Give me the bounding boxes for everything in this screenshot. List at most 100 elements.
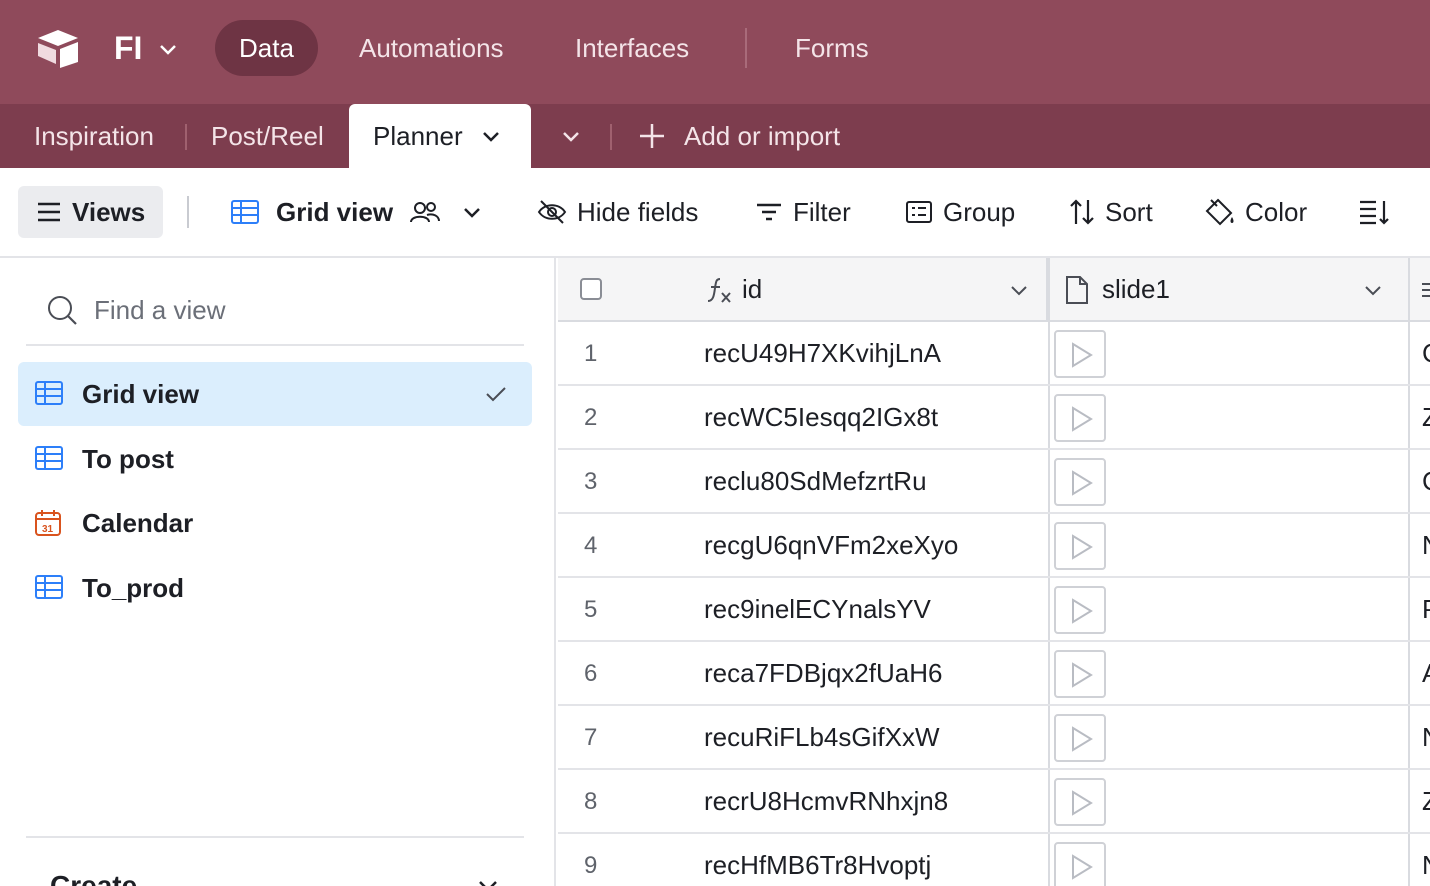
view-label: To_prod bbox=[82, 572, 185, 603]
color-button[interactable]: Color bbox=[1205, 186, 1307, 238]
sidebar-item-to-prod[interactable]: To_prod bbox=[18, 556, 532, 620]
nav-interfaces[interactable]: Interfaces bbox=[551, 20, 713, 76]
table-row[interactable]: 9 recHfMB6Tr8Hvoptj N bbox=[558, 834, 1430, 886]
tab-planner[interactable]: Planner bbox=[349, 104, 531, 168]
sort-button[interactable]: Sort bbox=[1069, 186, 1153, 238]
attachment-cell[interactable] bbox=[1054, 714, 1106, 762]
filter-button[interactable]: Filter bbox=[755, 186, 851, 238]
view-search bbox=[26, 278, 524, 346]
base-name[interactable]: FI bbox=[114, 28, 142, 68]
tab-inspiration[interactable]: Inspiration bbox=[34, 104, 154, 168]
attachment-cell[interactable] bbox=[1054, 586, 1106, 634]
cell-id[interactable]: recHfMB6Tr8Hvoptj bbox=[704, 850, 931, 881]
cell-id[interactable]: recrU8HcmvRNhxjn8 bbox=[704, 786, 948, 817]
search-input[interactable] bbox=[94, 290, 494, 330]
group-label: Group bbox=[943, 197, 1016, 227]
more-tables-chevron-icon[interactable] bbox=[561, 126, 581, 146]
cell-id[interactable]: reclu80SdMefzrtRu bbox=[704, 466, 927, 497]
cell-next-column[interactable]: P bbox=[1422, 594, 1430, 625]
sidebar-item-to-post[interactable]: To post bbox=[18, 427, 532, 491]
attachment-cell[interactable] bbox=[1054, 330, 1106, 378]
table-row[interactable]: 7 recuRiFLb4sGifXxW N bbox=[558, 706, 1430, 770]
cell-id[interactable]: reca7FDBjqx2fUaH6 bbox=[704, 658, 942, 689]
table-row[interactable]: 1 recU49H7XKvihjLnA C bbox=[558, 322, 1430, 386]
nav-data[interactable]: Data bbox=[215, 20, 318, 76]
hide-fields-button[interactable]: Hide fields bbox=[537, 186, 698, 238]
chevron-down-icon[interactable] bbox=[1362, 279, 1384, 301]
cell-next-column[interactable]: C bbox=[1422, 466, 1430, 497]
view-switcher[interactable]: Grid view bbox=[230, 186, 483, 238]
table-row[interactable]: 3 reclu80SdMefzrtRu C bbox=[558, 450, 1430, 514]
cell-next-column[interactable]: N bbox=[1422, 530, 1430, 561]
grid-icon bbox=[35, 381, 63, 405]
view-label: To post bbox=[82, 443, 174, 474]
create-section-title[interactable]: Create bbox=[50, 870, 137, 886]
table-row[interactable]: 2 recWC5Iesqq2IGx8t Z bbox=[558, 386, 1430, 450]
column-header-slide1[interactable]: slide1 bbox=[1050, 258, 1410, 320]
row-number: 4 bbox=[584, 532, 598, 559]
column-header-id[interactable]: id bbox=[558, 258, 1048, 320]
add-or-import-label: Add or import bbox=[684, 121, 841, 151]
sort-icon bbox=[1070, 199, 1094, 225]
cell-next-column[interactable]: A bbox=[1422, 658, 1430, 689]
attachment-cell[interactable] bbox=[1054, 394, 1106, 442]
attachment-cell[interactable] bbox=[1054, 522, 1106, 570]
views-button[interactable]: Views bbox=[18, 186, 163, 238]
chevron-down-icon[interactable] bbox=[1008, 279, 1030, 301]
table-row[interactable]: 5 rec9inelECYnalsYV P bbox=[558, 578, 1430, 642]
check-icon bbox=[486, 387, 506, 402]
play-icon bbox=[1072, 534, 1093, 560]
cell-next-column[interactable]: N bbox=[1422, 722, 1430, 753]
chevron-down-icon[interactable] bbox=[476, 874, 500, 886]
sidebar-item-grid-view[interactable]: Grid view bbox=[18, 362, 532, 426]
group-button[interactable]: Group bbox=[905, 186, 1015, 238]
grid-icon bbox=[35, 446, 63, 470]
table-row[interactable]: 4 recgU6qnVFm2xeXyo N bbox=[558, 514, 1430, 578]
cell-id[interactable]: recWC5Iesqq2IGx8t bbox=[704, 402, 938, 433]
row-number: 5 bbox=[584, 596, 598, 623]
toolbar-divider bbox=[187, 196, 189, 228]
play-icon bbox=[1072, 726, 1093, 752]
row-number: 2 bbox=[584, 404, 598, 431]
nav-forms[interactable]: Forms bbox=[771, 20, 893, 76]
chevron-down-icon[interactable] bbox=[481, 126, 501, 146]
row-height-icon bbox=[1360, 200, 1389, 225]
top-bar: FI Data Automations Interfaces Forms bbox=[0, 0, 1430, 104]
cell-next-column[interactable]: N bbox=[1422, 850, 1430, 881]
attachment-cell[interactable] bbox=[1054, 842, 1106, 886]
play-icon bbox=[1072, 470, 1093, 496]
attachment-cell[interactable] bbox=[1054, 650, 1106, 698]
row-number: 3 bbox=[584, 468, 598, 495]
svg-text:31: 31 bbox=[42, 524, 54, 535]
cell-id[interactable]: rec9inelECYnalsYV bbox=[704, 594, 931, 625]
nav-automations[interactable]: Automations bbox=[335, 20, 528, 76]
cell-next-column[interactable]: Z bbox=[1422, 786, 1430, 817]
view-label: Calendar bbox=[82, 507, 194, 538]
airtable-logo-icon[interactable] bbox=[34, 28, 82, 68]
cell-id[interactable]: recU49H7XKvihjLnA bbox=[704, 338, 941, 369]
tab-post-reel[interactable]: Post/Reel bbox=[211, 104, 324, 168]
views-label: Views bbox=[72, 197, 146, 227]
view-label: Grid view bbox=[82, 378, 200, 409]
search-icon bbox=[48, 296, 77, 325]
attachment-cell[interactable] bbox=[1054, 458, 1106, 506]
cell-id[interactable]: recuRiFLb4sGifXxW bbox=[704, 722, 940, 753]
cell-next-column[interactable]: C bbox=[1422, 338, 1430, 369]
tab-divider bbox=[610, 124, 612, 150]
add-or-import-button[interactable]: Add or import bbox=[638, 104, 840, 168]
cell-id[interactable]: recgU6qnVFm2xeXyo bbox=[704, 530, 958, 561]
grid-header: id slide1 bbox=[558, 258, 1430, 322]
row-height-button[interactable] bbox=[1358, 186, 1390, 238]
chevron-down-icon[interactable] bbox=[157, 38, 179, 60]
row-number: 6 bbox=[584, 660, 598, 687]
tab-divider bbox=[185, 124, 187, 150]
chevron-down-icon[interactable] bbox=[461, 201, 483, 223]
row-number: 9 bbox=[584, 852, 598, 879]
menu-icon bbox=[38, 202, 60, 222]
table-row[interactable]: 6 reca7FDBjqx2fUaH6 A bbox=[558, 642, 1430, 706]
cell-next-column[interactable]: Z bbox=[1422, 402, 1430, 433]
view-toolbar: Views Grid view Hide fields Filter Group… bbox=[0, 168, 1430, 258]
table-row[interactable]: 8 recrU8HcmvRNhxjn8 Z bbox=[558, 770, 1430, 834]
attachment-cell[interactable] bbox=[1054, 778, 1106, 826]
sidebar-item-calendar[interactable]: 31 Calendar bbox=[18, 491, 532, 555]
